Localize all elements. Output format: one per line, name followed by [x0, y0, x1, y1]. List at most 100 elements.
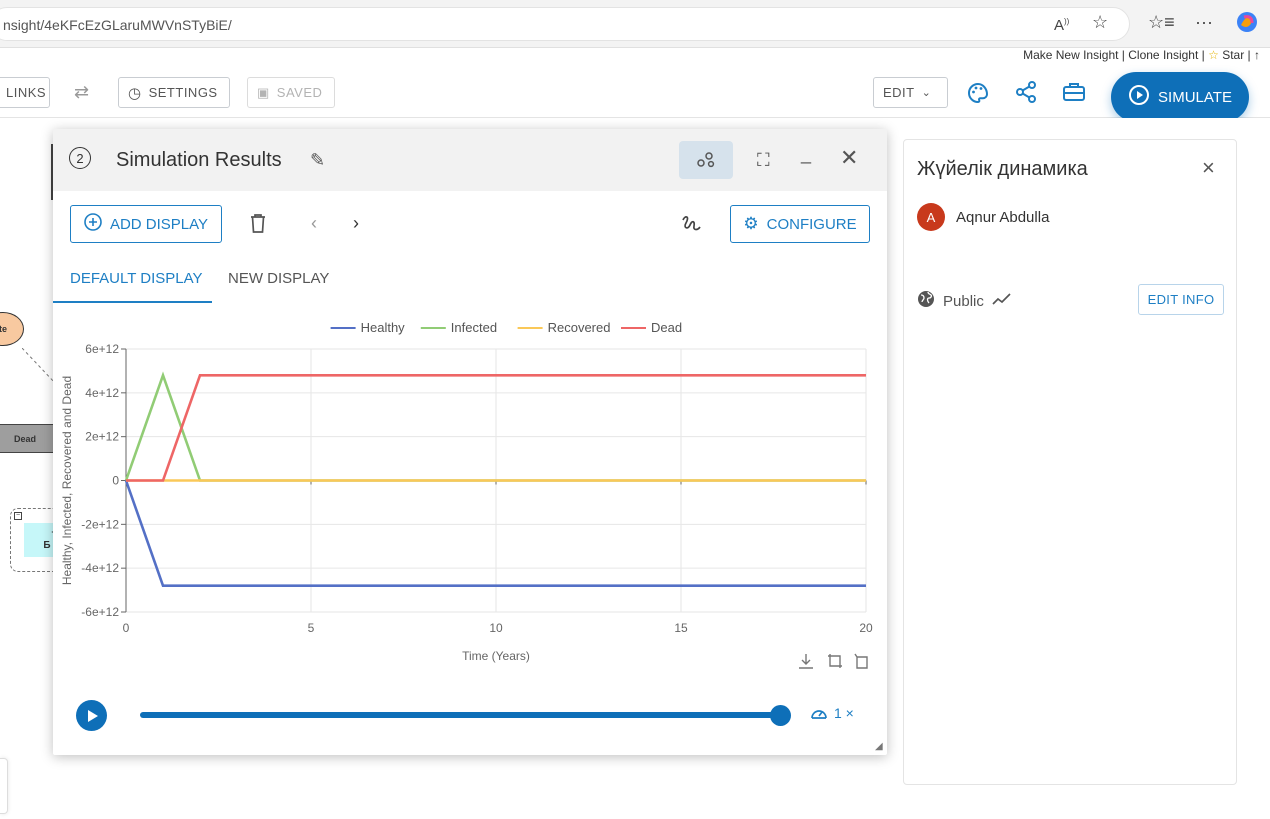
x-axis-label: Time (Years)	[462, 649, 530, 663]
play-button[interactable]	[76, 700, 107, 731]
y-axis-label: Healthy, Infected, Recovered and Dead	[60, 376, 74, 585]
zoom-select-icon[interactable]	[827, 653, 843, 674]
zoom-reset-icon[interactable]	[854, 653, 870, 674]
edit-dropdown[interactable]: EDIT ⌄	[873, 77, 948, 108]
star-link[interactable]: Star	[1219, 48, 1244, 62]
tab-default-display[interactable]: DEFAULT DISPLAY	[70, 270, 203, 287]
read-aloud-icon[interactable]: A))	[1054, 12, 1069, 36]
avatar[interactable]: A	[917, 203, 945, 231]
separator: |	[1118, 48, 1129, 62]
url-text: nsight/4eKFcEzGLaruMWVnSTyBiE/	[3, 17, 232, 33]
canvas-node-label: te	[0, 324, 7, 334]
favorite-star-icon[interactable]: ☆	[1092, 12, 1108, 32]
save-icon: ▣	[257, 84, 270, 100]
settings-label: SETTINGS	[148, 85, 218, 100]
dialog-number-badge: 2	[69, 147, 91, 169]
timeline-slider-track[interactable]	[140, 712, 780, 718]
configure-button[interactable]: ⚙ CONFIGURE	[730, 205, 870, 243]
playback-controls: 1 ×	[53, 695, 887, 735]
configure-label: CONFIGURE	[766, 215, 857, 233]
play-circle-icon	[1128, 84, 1150, 110]
collapse-icon[interactable]: −	[14, 512, 22, 520]
top-links: Make New Insight | Clone Insight | ☆ Sta…	[1023, 48, 1260, 62]
toolbox-icon[interactable]	[1062, 81, 1086, 108]
y-tick-label: 4e+12	[85, 386, 119, 400]
url-field[interactable]: nsight/4eKFcEzGLaruMWVnSTyBiE/	[0, 7, 1130, 41]
display-tabs: DEFAULT DISPLAY NEW DISPLAY	[53, 261, 887, 303]
saved-label: SAVED	[276, 85, 323, 100]
settings-button[interactable]: ◷ SETTINGS	[118, 77, 230, 108]
y-tick-label: -2e+12	[81, 517, 119, 531]
copilot-icon[interactable]	[1236, 11, 1258, 37]
chart-svg: 6e+12 4e+12 2e+12 0 -2e+12 -4e+12 -6e+12 0 5 10 15…	[60, 320, 873, 663]
insight-title: Жүйелік динамика	[917, 158, 1088, 180]
separator: |	[1198, 48, 1209, 62]
swap-icon[interactable]: ⇄	[74, 81, 89, 103]
add-display-button[interactable]: ADD DISPLAY	[70, 205, 222, 243]
simulation-results-dialog: 2 Simulation Results ✎ ⛶ _ ✕ ADD DISPLAY…	[53, 129, 887, 755]
trend-icon[interactable]	[992, 292, 1012, 310]
favorites-list-icon[interactable]: ☆≡	[1148, 12, 1175, 32]
download-icon[interactable]	[798, 653, 814, 674]
timeline-slider-thumb[interactable]	[770, 705, 791, 726]
trash-icon[interactable]	[249, 213, 267, 239]
fullscreen-icon[interactable]: ⛶	[757, 149, 770, 171]
gear-icon: ⚙	[743, 214, 759, 233]
palette-icon[interactable]	[966, 81, 990, 110]
canvas-stock-dead[interactable]: Dead	[0, 424, 54, 453]
pencil-icon[interactable]: ✎	[310, 149, 325, 171]
chevron-down-icon: ⌄	[921, 87, 932, 99]
network-graph-button[interactable]	[679, 141, 733, 179]
dialog-header[interactable]: 2 Simulation Results ✎ ⛶ _ ✕	[53, 129, 887, 191]
edit-info-button[interactable]: EDIT INFO	[1138, 284, 1224, 315]
simulation-chart[interactable]: 6e+12 4e+12 2e+12 0 -2e+12 -4e+12 -6e+12 0 5 10 15…	[53, 309, 887, 679]
canvas-folder-label-2: Б	[43, 540, 51, 551]
previous-arrow-icon[interactable]: ‹	[311, 213, 317, 234]
canvas-stock-label: Dead	[13, 433, 36, 444]
canvas-link-line	[22, 348, 56, 385]
add-display-label: ADD DISPLAY	[109, 215, 209, 233]
curve-style-icon[interactable]	[680, 214, 702, 239]
more-menu-icon[interactable]: ···	[1195, 12, 1213, 32]
x-tick-label: 5	[308, 621, 315, 635]
side-drawer-handle[interactable]	[0, 758, 8, 814]
simulate-label: SIMULATE	[1158, 88, 1232, 106]
author-name[interactable]: Aqnur Abdulla	[956, 209, 1049, 226]
close-icon[interactable]: ×	[1202, 155, 1215, 181]
saved-button[interactable]: ▣ SAVED	[247, 77, 335, 108]
browser-address-bar: nsight/4eKFcEzGLaruMWVnSTyBiE/ A)) ☆ ☆≡ …	[0, 0, 1270, 48]
plus-circle-icon	[84, 213, 102, 235]
toolbar: LINKS ⇄ ◷ SETTINGS ▣ SAVED EDIT ⌄ SIMULA…	[0, 66, 1270, 122]
resize-handle-icon[interactable]: ◢	[875, 741, 883, 752]
make-new-insight-link[interactable]: Make New Insight	[1023, 48, 1118, 62]
legend-label-dead: Dead	[651, 320, 682, 335]
simulate-button[interactable]: SIMULATE	[1111, 72, 1249, 122]
share-icon[interactable]	[1015, 81, 1037, 108]
edit-label: EDIT	[883, 85, 915, 100]
minimize-icon[interactable]: _	[801, 143, 811, 165]
canvas-variable-node[interactable]: te	[0, 312, 24, 346]
close-icon[interactable]: ✕	[840, 147, 858, 169]
clock-icon: ◷	[128, 84, 142, 102]
x-tick-label: 10	[489, 621, 503, 635]
visibility-label: Public	[943, 292, 984, 310]
graph-nodes-icon	[697, 152, 715, 168]
globe-icon	[917, 290, 935, 312]
visibility-status: Public	[917, 290, 1012, 312]
links-label: LINKS	[6, 85, 47, 100]
x-tick-label: 15	[674, 621, 688, 635]
legend-label-infected: Infected	[451, 320, 497, 335]
separator: | ↑	[1244, 48, 1260, 62]
x-tick-label: 0	[123, 621, 130, 635]
active-tab-indicator	[53, 301, 212, 303]
next-arrow-icon[interactable]: ›	[353, 213, 359, 234]
speedometer-icon	[811, 710, 827, 719]
tab-new-display[interactable]: NEW DISPLAY	[228, 270, 329, 287]
y-tick-label: -6e+12	[81, 605, 119, 619]
y-tick-label: 2e+12	[85, 430, 119, 444]
legend-label-healthy: Healthy	[361, 320, 406, 335]
links-button[interactable]: LINKS	[0, 77, 50, 108]
star-icon[interactable]: ☆	[1208, 48, 1219, 62]
speed-control[interactable]: 1 ×	[810, 705, 854, 721]
clone-insight-link[interactable]: Clone Insight	[1128, 48, 1198, 62]
